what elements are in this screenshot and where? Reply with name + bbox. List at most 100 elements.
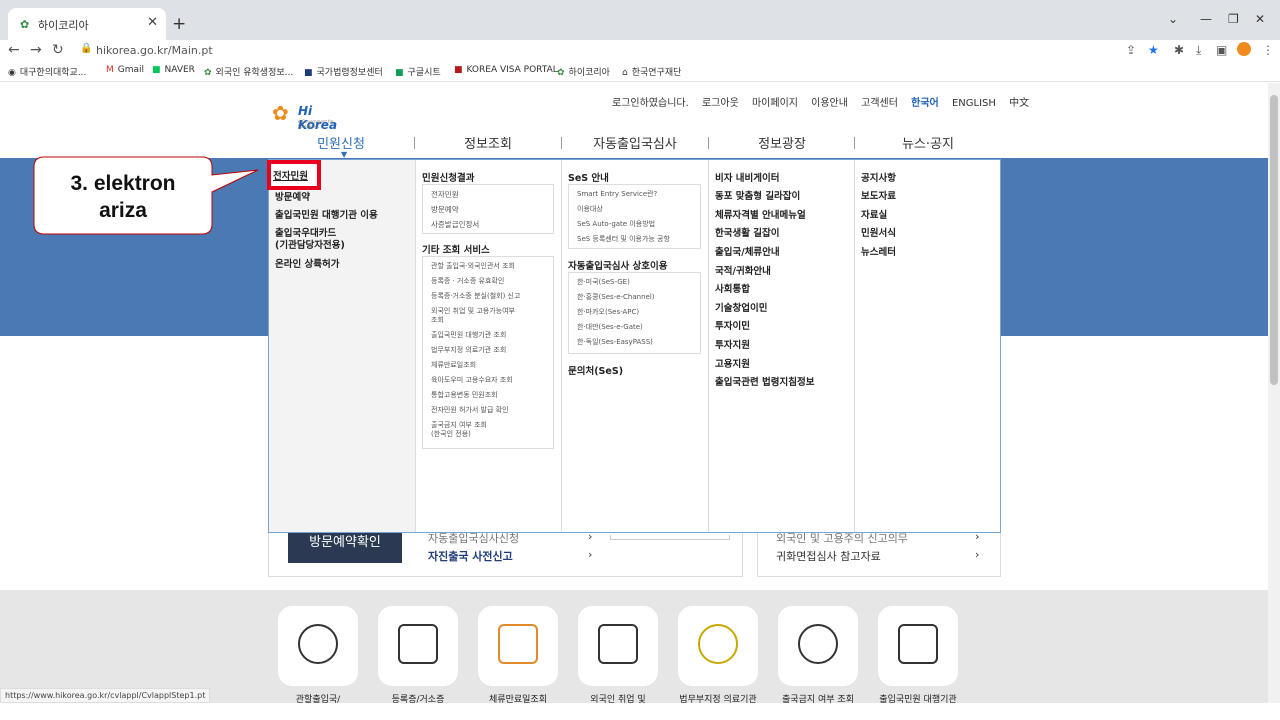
gnb-auto-immigration[interactable]: 자동출입국심사 <box>590 133 680 152</box>
submenu-item[interactable]: 등록증·거소증 분실(철회) 신고 <box>431 291 520 301</box>
menu-ses-info[interactable]: SeS 안내 <box>568 170 609 184</box>
quick-label: 외국인 취업 및 <box>590 695 646 705</box>
menu-agency-use[interactable]: 출입국민원 대행기관 이용 <box>275 207 378 221</box>
menu-info-item[interactable]: 투자이민 <box>715 318 750 332</box>
mypage-link[interactable]: 마이페이지 <box>752 98 798 109</box>
menu-notice[interactable]: 공지사항 <box>861 170 896 184</box>
submenu-item[interactable]: 한·홍콩(Ses-e-Channel) <box>577 292 655 302</box>
quick-card-stay-expiry[interactable] <box>478 606 558 686</box>
menu-info-item[interactable]: 고용지원 <box>715 356 750 370</box>
gnb-news[interactable]: 뉴스·공지 <box>898 133 958 152</box>
bookmark-item[interactable]: ⌂ 한국연구재단 <box>622 65 681 78</box>
column-divider <box>708 160 709 532</box>
lang-chinese[interactable]: 中文 <box>1009 98 1029 109</box>
bookmark-item[interactable]: ■ KOREA VISA PORTAL <box>454 65 558 75</box>
submenu-item[interactable]: 등록증 · 거소증 유효확인 <box>431 276 504 286</box>
instruction-callout: 3. elektron ariza <box>33 156 259 235</box>
bookmark-item[interactable]: ✿ 하이코리아 <box>557 65 610 78</box>
restore-icon[interactable]: ❐ <box>1228 12 1239 26</box>
menu-forms[interactable]: 민원서식 <box>861 225 896 239</box>
submenu-item[interactable]: SeS Auto-gate 이용방법 <box>577 219 655 229</box>
quick-label: 출국금지 여부 조회 <box>782 695 854 705</box>
submenu-item[interactable]: SeS 등록센터 및 이용가능 공항 <box>577 234 670 244</box>
voluntary-departure-link[interactable]: 자진출국 사전신고 <box>428 548 513 564</box>
quick-card-jurisdiction[interactable] <box>278 606 358 686</box>
person-screen-icon <box>598 624 638 664</box>
logout-link[interactable]: 로그아웃 <box>702 98 739 109</box>
submenu-item[interactable]: Smart Entry Service란? <box>577 189 657 199</box>
submenu-item[interactable]: 방문예약 <box>431 204 459 215</box>
bookmark-star-icon[interactable]: ★ <box>1148 43 1159 57</box>
menu-e-civil[interactable]: 전자민원 <box>273 168 308 182</box>
menu-press[interactable]: 보도자료 <box>861 188 896 202</box>
bookmark-item[interactable]: ■ 국가법령정보센터 <box>304 65 383 78</box>
menu-info-item[interactable]: 체류자격별 안내메뉴얼 <box>715 207 806 221</box>
column-divider <box>415 160 416 532</box>
tab-search-icon[interactable]: ⌄ <box>1168 12 1178 26</box>
submenu-item[interactable]: 육아도우미 고용수요자 조회 <box>431 375 513 385</box>
submenu-item[interactable]: 한·미국(SeS-GE) <box>577 277 630 287</box>
submenu-results: 전자민원 방문예약 사증발급인정서 <box>422 184 554 234</box>
gnb-info-plaza[interactable]: 정보광장 <box>752 133 812 152</box>
lang-english[interactable]: ENGLISH <box>952 98 996 109</box>
submenu-item[interactable]: 사증발급인정서 <box>431 219 479 230</box>
submenu-item[interactable]: 체류만료일조회 <box>431 360 476 370</box>
submenu-item[interactable]: 통합고용변동 민원조회 <box>431 390 498 400</box>
menu-info-item[interactable]: 출입국관련 법령지침정보 <box>715 374 814 388</box>
menu-info-item[interactable]: 한국생활 길잡이 <box>715 225 780 239</box>
menu-application-results[interactable]: 민원신청결과 <box>422 170 474 184</box>
menu-newsletter[interactable]: 뉴스레터 <box>861 244 896 258</box>
quick-card-agency[interactable] <box>878 606 958 686</box>
menu-ses-contact[interactable]: 문의처(SeS) <box>568 363 623 377</box>
menu-info-item[interactable]: 투자지원 <box>715 337 750 351</box>
submenu-item[interactable]: 전자민원 허가서 발급 확인 <box>431 405 509 415</box>
menu-icon[interactable]: ⋮ <box>1262 43 1274 57</box>
menu-visit-reservation[interactable]: 방문예약 <box>275 189 310 203</box>
globe-search-icon <box>798 624 838 664</box>
submenu-item[interactable]: 한·독일(Ses-EasyPASS) <box>577 337 653 347</box>
submenu-item[interactable]: 전자민원 <box>431 189 459 200</box>
column-divider <box>854 160 855 532</box>
menu-info-item[interactable]: 출입국/체류안내 <box>715 244 780 258</box>
gnb-info-inquiry[interactable]: 정보조회 <box>458 133 518 152</box>
submenu-item[interactable]: 한·대만(Ses-e-Gate) <box>577 322 643 332</box>
menu-info-item[interactable]: 비자 내비게이터 <box>715 170 780 184</box>
sidepanel-icon[interactable]: ▣ <box>1216 43 1227 57</box>
submenu-item[interactable]: 출입국민원 대행기관 조회 <box>431 330 506 340</box>
menu-archive[interactable]: 자료실 <box>861 207 887 221</box>
support-link[interactable]: 고객센터 <box>861 98 898 109</box>
visa-icon: ■ <box>454 65 463 75</box>
utility-nav: 로그인하였습니다. 로그아웃 마이페이지 이용안내 고객센터 한국어 ENGLI… <box>612 94 1039 109</box>
extensions-icon[interactable]: ✱ <box>1174 43 1184 57</box>
menu-info-item[interactable]: 기술창업이민 <box>715 300 767 314</box>
share-icon[interactable]: ⇪ <box>1126 43 1136 57</box>
submenu-item[interactable]: 법무부지정 의료기관 조회 <box>431 345 506 355</box>
menu-info-item[interactable]: 동포 맞춤형 길라잡이 <box>715 188 800 202</box>
close-window-icon[interactable]: ✕ <box>1255 12 1265 26</box>
submenu-item[interactable]: 한·마카오(Ses-APC) <box>577 307 639 317</box>
hikorea-icon: ✿ <box>557 68 565 78</box>
hikorea-logo[interactable]: ✿ Hi Korea e-Government for Foreigners <box>272 101 352 132</box>
download-icon[interactable]: ⤓ <box>1196 43 1201 58</box>
submenu-item[interactable]: 관할 출입국·외국인관서 조회 <box>431 261 515 271</box>
quick-card-medical[interactable] <box>678 606 758 686</box>
menu-info-item[interactable]: 사회통합 <box>715 281 750 295</box>
submenu-item[interactable]: 이용대상 <box>577 204 603 214</box>
column-divider <box>561 160 562 532</box>
menu-other-inquiry[interactable]: 기타 조회 서비스 <box>422 242 490 256</box>
bookmark-item[interactable]: ■ 구글시트 <box>395 65 441 78</box>
guide-link[interactable]: 이용안내 <box>811 98 848 109</box>
quick-card-departure-ban[interactable] <box>778 606 858 686</box>
lang-korean[interactable]: 한국어 <box>911 98 939 109</box>
law-icon: ■ <box>304 68 313 78</box>
menu-info-item[interactable]: 국적/귀화안내 <box>715 263 771 277</box>
naturalization-interview-link[interactable]: 귀화면접심사 참고자료 <box>776 548 881 564</box>
sheets-icon: ■ <box>395 68 404 78</box>
profile-avatar[interactable] <box>1237 42 1251 56</box>
minimize-icon[interactable]: — <box>1200 12 1212 26</box>
menu-ses-mutual[interactable]: 자동출입국심사 상호이용 <box>568 258 667 272</box>
quick-card-card-validity[interactable] <box>378 606 458 686</box>
quick-card-employment[interactable] <box>578 606 658 686</box>
scrollbar-thumb[interactable] <box>1270 95 1278 385</box>
menu-online-landing[interactable]: 온라인 상륙허가 <box>275 256 340 270</box>
